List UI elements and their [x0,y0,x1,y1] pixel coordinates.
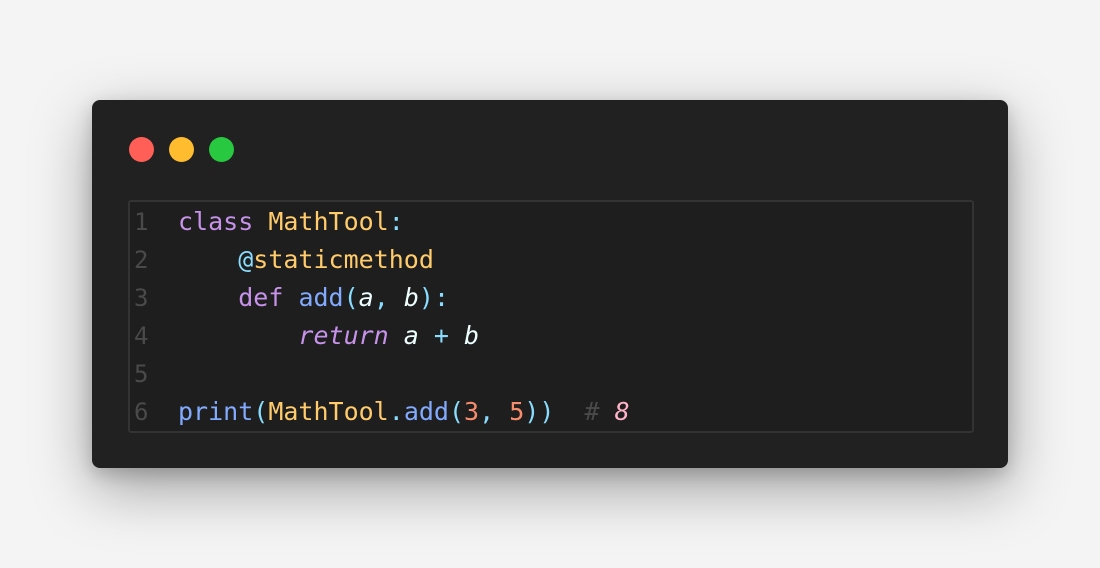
code-window: 1 class MathTool: 2 @staticmethod 3 def add… [92,100,1008,468]
code-token: MathTool [268,207,389,236]
line-source: class MathTool: [178,203,404,241]
code-token: ( [343,283,359,312]
code-line: 1 class MathTool: [130,203,972,241]
line-source: return a + b [178,317,479,355]
line-number: 5 [134,360,149,388]
code-token: b [403,283,419,312]
code-token: a [358,283,374,312]
code-lines: 1 class MathTool: 2 @staticmethod 3 def add… [130,203,972,431]
code-token: : [388,207,404,236]
code-token: class [178,207,254,236]
code-token: MathTool [268,397,389,426]
code-token: print [178,397,254,426]
minimize-dot-icon[interactable] [169,137,194,162]
code-token: add [298,283,344,312]
code-token: return [298,321,389,350]
code-token: def [238,283,284,312]
line-number: 3 [134,284,149,312]
code-line: 5 [130,355,972,393]
code-token: @ [238,245,254,274]
line-source: def add(a, b): [178,279,449,317]
code-line: 4 return a + b [130,317,972,355]
code-token: 3 [464,397,480,426]
close-dot-icon[interactable] [129,137,154,162]
code-token: ): [418,283,449,312]
line-source: print(MathTool.add(3, 5)) # 8 [178,393,630,431]
line-number: 2 [134,246,149,274]
code-token: + [418,321,465,350]
code-token: , [373,283,404,312]
code-token: # [584,397,600,426]
code-editor[interactable]: 1 class MathTool: 2 @staticmethod 3 def add… [128,200,974,433]
line-number: 1 [134,208,149,236]
code-token: b [464,321,480,350]
code-token: ( [448,397,465,426]
code-token: ( [253,397,269,426]
code-line: 6 print(MathTool.add(3, 5)) # 8 [130,393,972,431]
maximize-dot-icon[interactable] [209,137,234,162]
code-line: 2 @staticmethod [130,241,972,279]
code-line: 3 def add(a, b): [130,279,972,317]
code-token: )) [524,397,555,426]
line-number: 4 [134,322,149,350]
code-token: add [403,397,449,426]
window-controls [129,137,234,162]
code-token: 8 [614,397,630,426]
line-number: 6 [134,398,149,426]
code-token: 5 [509,397,525,426]
line-source: @staticmethod [178,241,434,279]
code-token: . [388,397,404,426]
code-token: staticmethod [253,245,434,274]
code-token: a [403,321,419,350]
code-token: , [479,397,510,426]
